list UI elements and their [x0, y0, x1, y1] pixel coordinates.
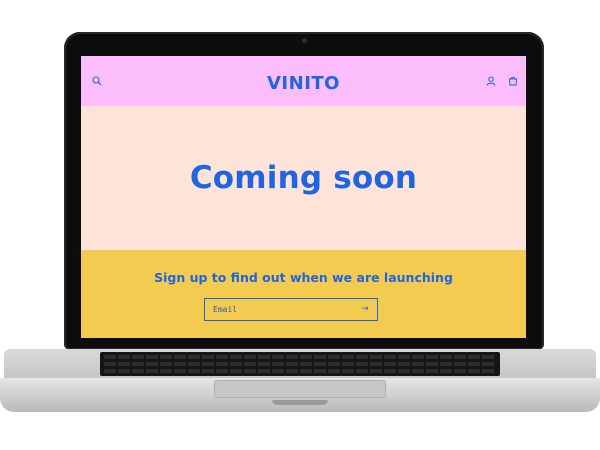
submit-arrow-button[interactable]: → [359, 303, 371, 315]
laptop-screen: VINITO Coming soon Sign up to find out w… [81, 56, 526, 338]
account-icon[interactable] [484, 74, 498, 88]
trackpad [214, 380, 386, 398]
key-row [104, 369, 496, 373]
email-field-wrapper: → [204, 298, 378, 321]
page-title: Coming soon [189, 160, 418, 196]
webcam [302, 38, 307, 43]
newsletter-signup: Sign up to find out when we are launchin… [81, 250, 526, 338]
key-row [104, 355, 496, 359]
signup-heading: Sign up to find out when we are launchin… [154, 270, 453, 285]
cart-icon[interactable] [506, 74, 520, 88]
lid-notch [272, 400, 328, 405]
site-header: VINITO [81, 56, 526, 106]
email-field[interactable] [213, 299, 353, 320]
store-logo[interactable]: VINITO [81, 73, 526, 94]
keyboard [100, 352, 500, 376]
laptop-mockup: VINITO Coming soon Sign up to find out w… [0, 0, 600, 450]
key-row [104, 362, 496, 366]
hero-section: Coming soon [81, 106, 526, 250]
